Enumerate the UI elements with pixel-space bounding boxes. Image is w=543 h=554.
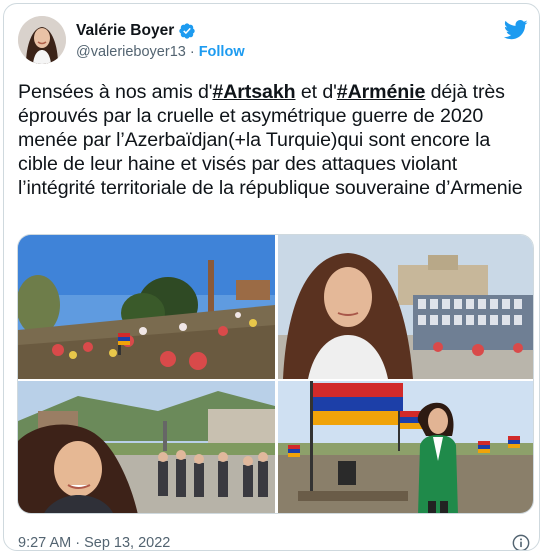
- handle-line: @valerieboyer13 · Follow: [76, 44, 245, 60]
- author-handle[interactable]: @valerieboyer13: [76, 44, 186, 60]
- hashtag-armenie[interactable]: #Arménie: [337, 81, 426, 103]
- tweet-card: Valérie Boyer @valerieboyer13 · Follow P…: [3, 3, 540, 551]
- tweet-footer: 9:27 AM · Sep 13, 2022: [18, 534, 530, 551]
- name-line: Valérie Boyer: [76, 22, 196, 40]
- photo-woman-armenian-flags[interactable]: [278, 381, 533, 513]
- separator-dot: ·: [189, 44, 195, 60]
- tweet-header: Valérie Boyer @valerieboyer13 · Follow: [18, 16, 528, 68]
- twitter-bird-icon[interactable]: [504, 20, 528, 40]
- media-grid: [17, 234, 534, 514]
- photo-selfie-memorial-wall[interactable]: [278, 235, 533, 379]
- info-icon[interactable]: [512, 534, 530, 551]
- tweet-text: Pensées à nos amis d'#Artsakh et d'#Armé…: [18, 80, 532, 200]
- text-segment: Pensées à nos amis d': [18, 81, 213, 103]
- photo-memorial-cemetery[interactable]: [18, 235, 275, 379]
- photo-selfie-town-square[interactable]: [18, 381, 275, 513]
- hashtag-artsakh[interactable]: #Artsakh: [212, 81, 295, 103]
- verified-badge-icon: [179, 23, 195, 39]
- avatar[interactable]: [18, 16, 66, 64]
- author-name[interactable]: Valérie Boyer: [76, 22, 174, 40]
- text-segment: et d': [295, 81, 337, 103]
- tweet-timestamp[interactable]: 9:27 AM · Sep 13, 2022: [18, 535, 170, 550]
- follow-button[interactable]: Follow: [199, 44, 245, 60]
